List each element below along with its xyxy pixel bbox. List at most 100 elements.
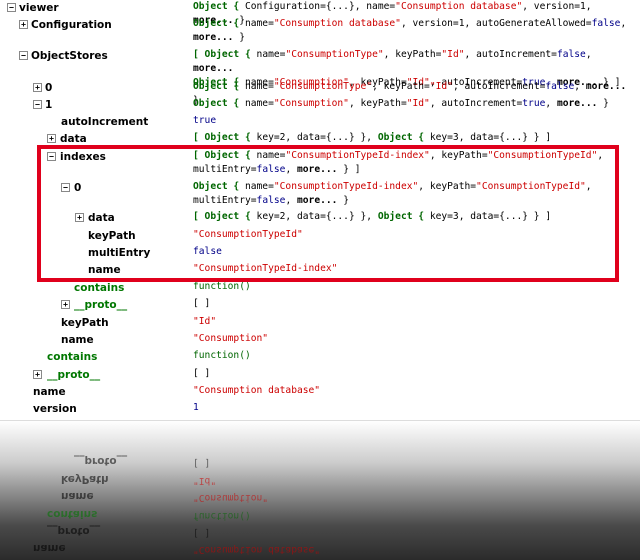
value-token: false <box>556 49 586 60</box>
property-value: [ Object { key=2, data={...} }, Object {… <box>193 210 636 224</box>
property-name[interactable]: ObjectStores <box>31 50 108 62</box>
value-token: , <box>285 195 297 206</box>
reflection-value: "Consumption" <box>193 492 269 503</box>
reflection-value: "Id" <box>193 475 217 486</box>
more-link[interactable]: more... <box>586 81 626 92</box>
value-token: "Consumption" <box>193 333 269 344</box>
expand-toggle-icon[interactable]: + <box>33 370 42 379</box>
value-token: Object { <box>377 132 430 143</box>
property-value: Object { name="ConsumptionTypeId-index",… <box>193 180 636 208</box>
value-line: Object { name="Consumption database", ve… <box>193 17 636 31</box>
property-name[interactable]: keyPath <box>61 317 109 329</box>
value-token: false <box>256 164 286 175</box>
reflection-key: keyPath <box>61 473 109 485</box>
value-token: "Consumption database" <box>395 1 523 12</box>
value-line: multiEntry=false, more... } <box>193 194 636 208</box>
property-name[interactable]: contains <box>74 282 124 294</box>
reflection-value: [ ] <box>193 457 211 468</box>
value-token: , keyPath= <box>418 181 477 192</box>
property-name[interactable]: name <box>61 334 94 346</box>
value-token: [ ] <box>193 298 211 309</box>
property-name[interactable]: 0 <box>74 182 81 194</box>
property-name[interactable]: keyPath <box>88 230 136 242</box>
value-token: name= <box>256 49 286 60</box>
value-token: name= <box>244 181 274 192</box>
property-value: Object { name="Consumption", keyPath="Id… <box>193 97 636 111</box>
more-link[interactable]: more... <box>193 63 233 74</box>
value-token: "Id" <box>193 316 217 327</box>
collapse-toggle-icon[interactable]: − <box>47 152 56 161</box>
property-name[interactable]: name <box>33 386 66 398</box>
value-line: Object { name="ConsumptionTypeId-index",… <box>193 180 636 194</box>
value-token: function() <box>193 281 251 292</box>
value-token: [ Object { <box>193 49 257 60</box>
value-token: "ConsumptionTypeId-index" <box>273 181 419 192</box>
value-token: , version=1, autoGenerateAllowed= <box>400 18 592 29</box>
property-value: function() <box>193 280 636 294</box>
value-token: key=3, data={...} } ] <box>429 132 552 143</box>
value-token: "ConsumptionTypeId-index" <box>193 263 338 274</box>
collapse-toggle-icon[interactable]: − <box>61 183 70 192</box>
value-token: key=2, data={...} }, <box>256 211 378 222</box>
value-token: , version=1, <box>522 1 592 12</box>
property-name[interactable]: __proto__ <box>47 369 100 381</box>
value-token: false <box>591 18 621 29</box>
value-token: 1 <box>193 402 199 413</box>
reflection-key: __proto__ <box>74 455 128 467</box>
property-name[interactable]: data <box>60 133 87 145</box>
reflection-key: contains <box>47 508 98 520</box>
value-line: [ Object { name="ConsumptionTypeId-index… <box>193 149 636 163</box>
value-token: false <box>193 246 222 257</box>
more-link[interactable]: more... <box>297 164 337 175</box>
reflection-value: [ ] <box>193 527 211 538</box>
expand-toggle-icon[interactable]: + <box>47 134 56 143</box>
more-link[interactable]: more... <box>557 98 597 109</box>
value-token: "ConsumptionTypeId" <box>193 229 303 240</box>
property-value: false <box>193 245 636 259</box>
value-line: [ Object { key=2, data={...} }, Object {… <box>193 131 636 145</box>
value-line: more... } <box>193 31 636 45</box>
collapse-toggle-icon[interactable]: − <box>33 100 42 109</box>
more-link[interactable]: more... <box>297 195 337 206</box>
dom-tree-panel: − viewer Object { Configuration={...}, nam… <box>0 0 640 420</box>
collapse-toggle-icon[interactable]: − <box>7 3 16 12</box>
value-line: function() <box>193 349 636 363</box>
value-line: "Id" <box>193 315 636 329</box>
value-token: , <box>285 164 297 175</box>
value-token: Object { <box>193 181 245 192</box>
expand-toggle-icon[interactable]: + <box>61 300 70 309</box>
property-name[interactable]: Configuration <box>31 19 112 31</box>
value-token: Object { <box>193 98 245 109</box>
value-token: key=3, data={...} } ] <box>429 211 552 222</box>
expand-toggle-icon[interactable]: + <box>75 213 84 222</box>
value-line: "ConsumptionTypeId-index" <box>193 262 636 276</box>
value-token: "ConsumptionType" <box>285 49 384 60</box>
value-token: } <box>597 98 609 109</box>
expand-toggle-icon[interactable]: + <box>33 83 42 92</box>
property-name[interactable]: data <box>88 212 115 224</box>
value-token: , keyPath= <box>372 81 430 92</box>
more-link[interactable]: more... <box>193 32 233 43</box>
property-name[interactable]: 1 <box>45 99 52 111</box>
property-name[interactable]: multiEntry <box>88 247 150 259</box>
property-name[interactable]: __proto__ <box>74 299 127 311</box>
value-line: [ Object { name="ConsumptionType", keyPa… <box>193 48 636 76</box>
value-token: "Id" <box>406 98 430 109</box>
property-name[interactable]: name <box>88 264 121 276</box>
property-name[interactable]: autoIncrement <box>61 116 148 128</box>
property-name[interactable]: contains <box>47 351 97 363</box>
expand-toggle-icon[interactable]: + <box>19 20 28 29</box>
property-name[interactable]: viewer <box>19 2 59 14</box>
value-token: Object { <box>193 18 245 29</box>
value-line: "Consumption" <box>193 332 636 346</box>
value-token: , autoIncrement= <box>452 81 546 92</box>
property-name[interactable]: indexes <box>60 151 106 163</box>
property-value: function() <box>193 349 636 363</box>
value-token: , keyPath= <box>383 49 442 60</box>
value-token: "ConsumptionType" <box>273 81 373 92</box>
collapse-toggle-icon[interactable]: − <box>19 51 28 60</box>
value-line: true <box>193 114 636 128</box>
property-name[interactable]: version <box>33 403 77 415</box>
property-name[interactable]: 0 <box>45 82 52 94</box>
value-token: , <box>585 181 592 192</box>
